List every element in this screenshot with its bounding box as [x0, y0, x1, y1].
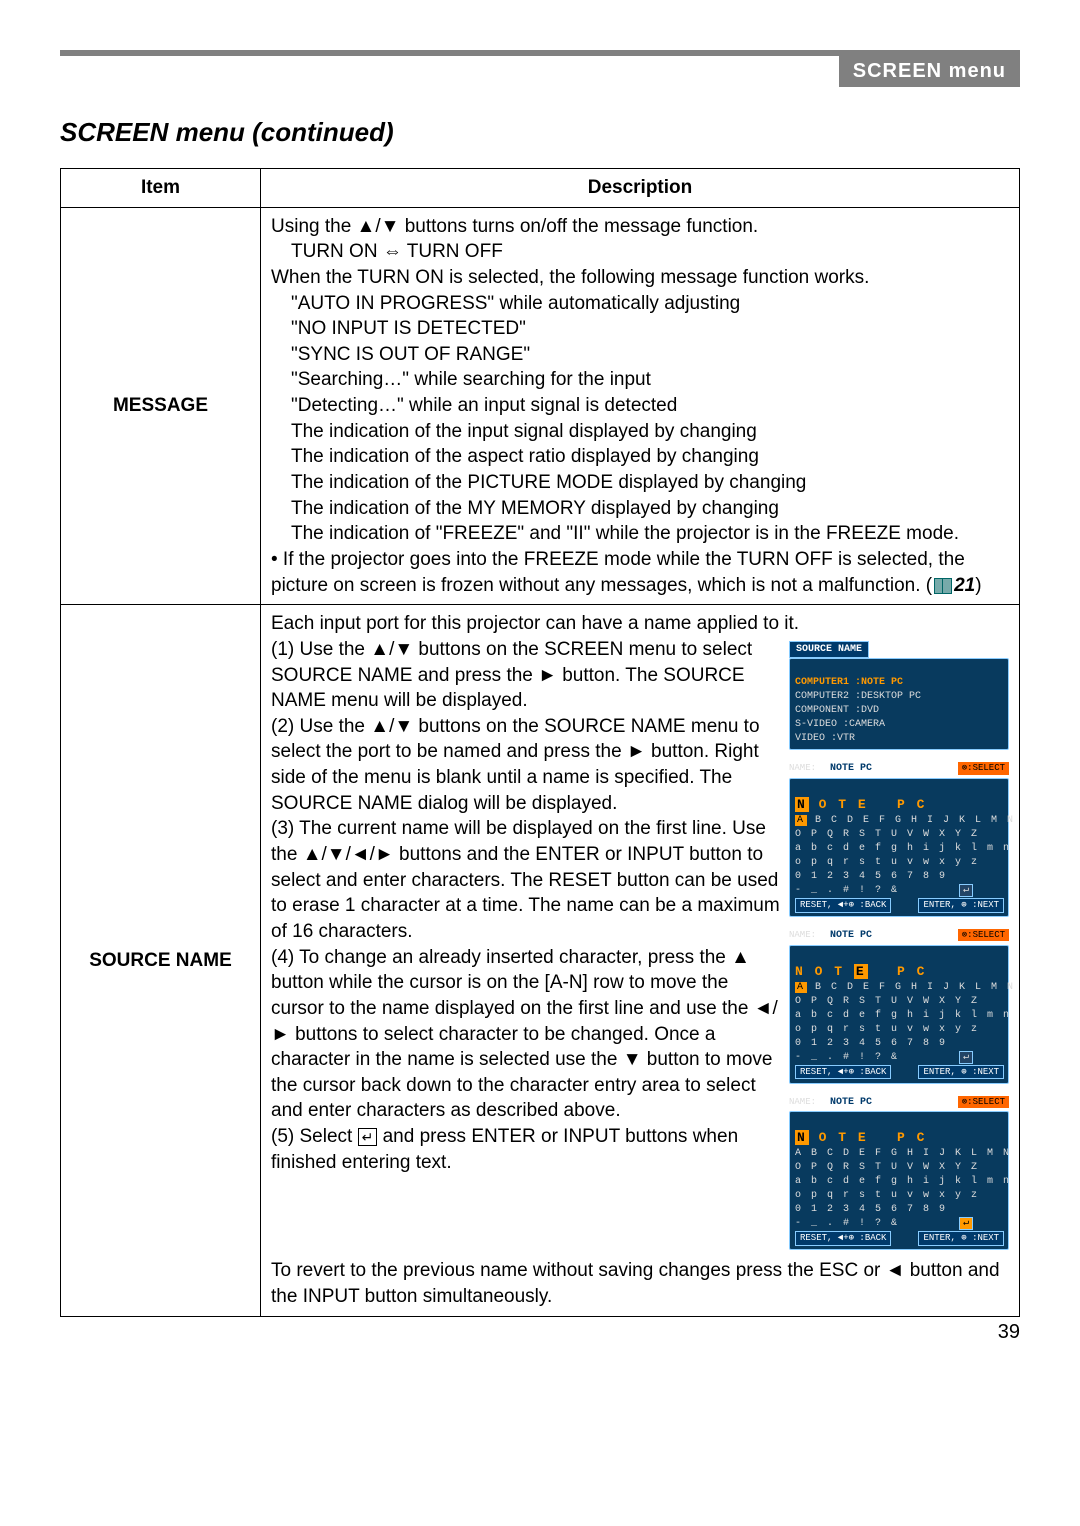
osd-keyboard-3: NAME: NOTE PC ⊗:SELECT N O T E P C A B C… — [789, 1096, 1009, 1251]
msg-line: The indication of the PICTURE MODE displ… — [291, 472, 806, 493]
table-row: SOURCE NAME Each input port for this pro… — [61, 605, 1020, 1316]
msg-line: The indication of "FREEZE" and "II" whil… — [291, 523, 959, 544]
osd-foot-enter: ENTER, ⊕ :NEXT — [918, 1231, 1004, 1246]
enter-icon: ↵ — [358, 1128, 378, 1146]
msg-note-ref: 21 — [954, 575, 975, 596]
msg-line: "AUTO IN PROGRESS" while automatically a… — [291, 293, 740, 314]
osd-row: O P Q R S T U V W X Y Z — [795, 1162, 979, 1173]
osd-title: SOURCE NAME — [789, 641, 869, 659]
osd-row: 0 1 2 3 4 5 6 7 8 9 — [795, 1038, 947, 1049]
osd-name-label: NAME: — [789, 763, 816, 773]
osd-select-tag: ⊗:SELECT — [958, 762, 1009, 774]
osd-row: - _ . # ! ? & — [795, 885, 899, 896]
osd-line: S-VIDEO :CAMERA — [795, 719, 885, 730]
msg-p2: TURN ON ⇔ TURN OFF — [271, 239, 1009, 265]
osd-line: COMPONENT :DVD — [795, 705, 879, 716]
osd-name-label: NAME: — [789, 1097, 816, 1107]
src-intro: Each input port for this projector can h… — [271, 613, 799, 634]
src-step4: (4) To change an already inserted charac… — [271, 947, 778, 1122]
osd-row: a b c d e f g h i j k l m n — [795, 1176, 1011, 1187]
osd-select-tag: ⊗:SELECT — [958, 929, 1009, 941]
osd-row: a b c d e f g h i j k l m n — [795, 843, 1011, 854]
osd-row: o p q r s t u v w x y z — [795, 857, 979, 868]
item-source-name: SOURCE NAME — [61, 605, 261, 1316]
osd-source-list: SOURCE NAME COMPUTER1 :NOTE PC COMPUTER2… — [789, 641, 1009, 751]
src-outro: To revert to the previous name without s… — [271, 1260, 1000, 1307]
msg-note-b: ) — [975, 575, 981, 596]
section-title: SCREEN menu (continued) — [60, 117, 1020, 148]
osd-current-name: NOTE PC — [822, 762, 880, 776]
table-row: MESSAGE Using the ▲/▼ buttons turns on/o… — [61, 207, 1020, 605]
msg-p1: Using the ▲/▼ buttons turns on/off the m… — [271, 216, 758, 237]
item-message: MESSAGE — [61, 207, 261, 605]
osd-row: A B C D E F G H I J K L M N — [795, 1148, 1011, 1159]
src-step5a: (5) Select — [271, 1126, 358, 1147]
msg-line: "SYNC IS OUT OF RANGE" — [291, 344, 530, 365]
osd-row: O P Q R S T U V W X Y Z — [795, 996, 979, 1007]
osd-row: o p q r s t u v w x y z — [795, 1024, 979, 1035]
osd-row: o p q r s t u v w x y z — [795, 1190, 979, 1201]
osd-row: 0 1 2 3 4 5 6 7 8 9 — [795, 871, 947, 882]
desc-message: Using the ▲/▼ buttons turns on/off the m… — [261, 207, 1020, 605]
msg-line: "Searching…" while searching for the inp… — [291, 369, 651, 390]
src-step1: (1) Use the ▲/▼ buttons on the SCREEN me… — [271, 639, 752, 711]
osd-foot-enter: ENTER, ⊕ :NEXT — [918, 898, 1004, 913]
osd-row: 0 1 2 3 4 5 6 7 8 9 — [795, 1204, 947, 1215]
osd-row: O P Q R S T U V W X Y Z — [795, 829, 979, 840]
osd-row: a b c d e f g h i j k l m n — [795, 1010, 1011, 1021]
osd-current-name: NOTE PC — [822, 929, 880, 943]
menu-table: Item Description MESSAGE Using the ▲/▼ b… — [60, 168, 1020, 1317]
header-bar: SCREEN menu — [839, 56, 1020, 87]
col-header-item: Item — [61, 169, 261, 208]
msg-note-a: • If the projector goes into the FREEZE … — [271, 549, 965, 596]
src-step2: (2) Use the ▲/▼ buttons on the SOURCE NA… — [271, 716, 760, 814]
msg-line: The indication of the MY MEMORY displaye… — [291, 498, 779, 519]
osd-select-tag: ⊗:SELECT — [958, 1096, 1009, 1108]
osd-row: - _ . # ! ? & — [795, 1052, 899, 1063]
msg-p3: When the TURN ON is selected, the follow… — [271, 267, 869, 288]
osd-foot-reset: RESET, ◄+⊕ :BACK — [795, 1065, 891, 1080]
osd-foot-enter: ENTER, ⊕ :NEXT — [918, 1065, 1004, 1080]
msg-line: "NO INPUT IS DETECTED" — [291, 318, 526, 339]
osd-keyboard-1: NAME: NOTE PC ⊗:SELECT N O T E P C A B C… — [789, 762, 1009, 917]
osd-line: VIDEO :VTR — [795, 733, 855, 744]
msg-line: "Detecting…" while an input signal is de… — [291, 395, 677, 416]
src-step3: (3) The current name will be displayed o… — [271, 818, 780, 942]
osd-keyboard-2: NAME: NOTE PC ⊗:SELECT N O T E P C A B C… — [789, 929, 1009, 1084]
osd-line: COMPUTER1 :NOTE PC — [795, 677, 903, 688]
book-icon — [934, 578, 952, 594]
desc-source-name: Each input port for this projector can h… — [261, 605, 1020, 1316]
osd-foot-reset: RESET, ◄+⊕ :BACK — [795, 898, 891, 913]
osd-foot-reset: RESET, ◄+⊕ :BACK — [795, 1231, 891, 1246]
osd-row: - _ . # ! ? & — [795, 1218, 899, 1229]
msg-line: The indication of the aspect ratio displ… — [291, 446, 759, 467]
osd-line: COMPUTER2 :DESKTOP PC — [795, 691, 921, 702]
page-number: 39 — [60, 1321, 1020, 1344]
osd-current-name: NOTE PC — [822, 1096, 880, 1110]
col-header-desc: Description — [261, 169, 1020, 208]
msg-line: The indication of the input signal displ… — [291, 421, 757, 442]
osd-name-label: NAME: — [789, 930, 816, 940]
